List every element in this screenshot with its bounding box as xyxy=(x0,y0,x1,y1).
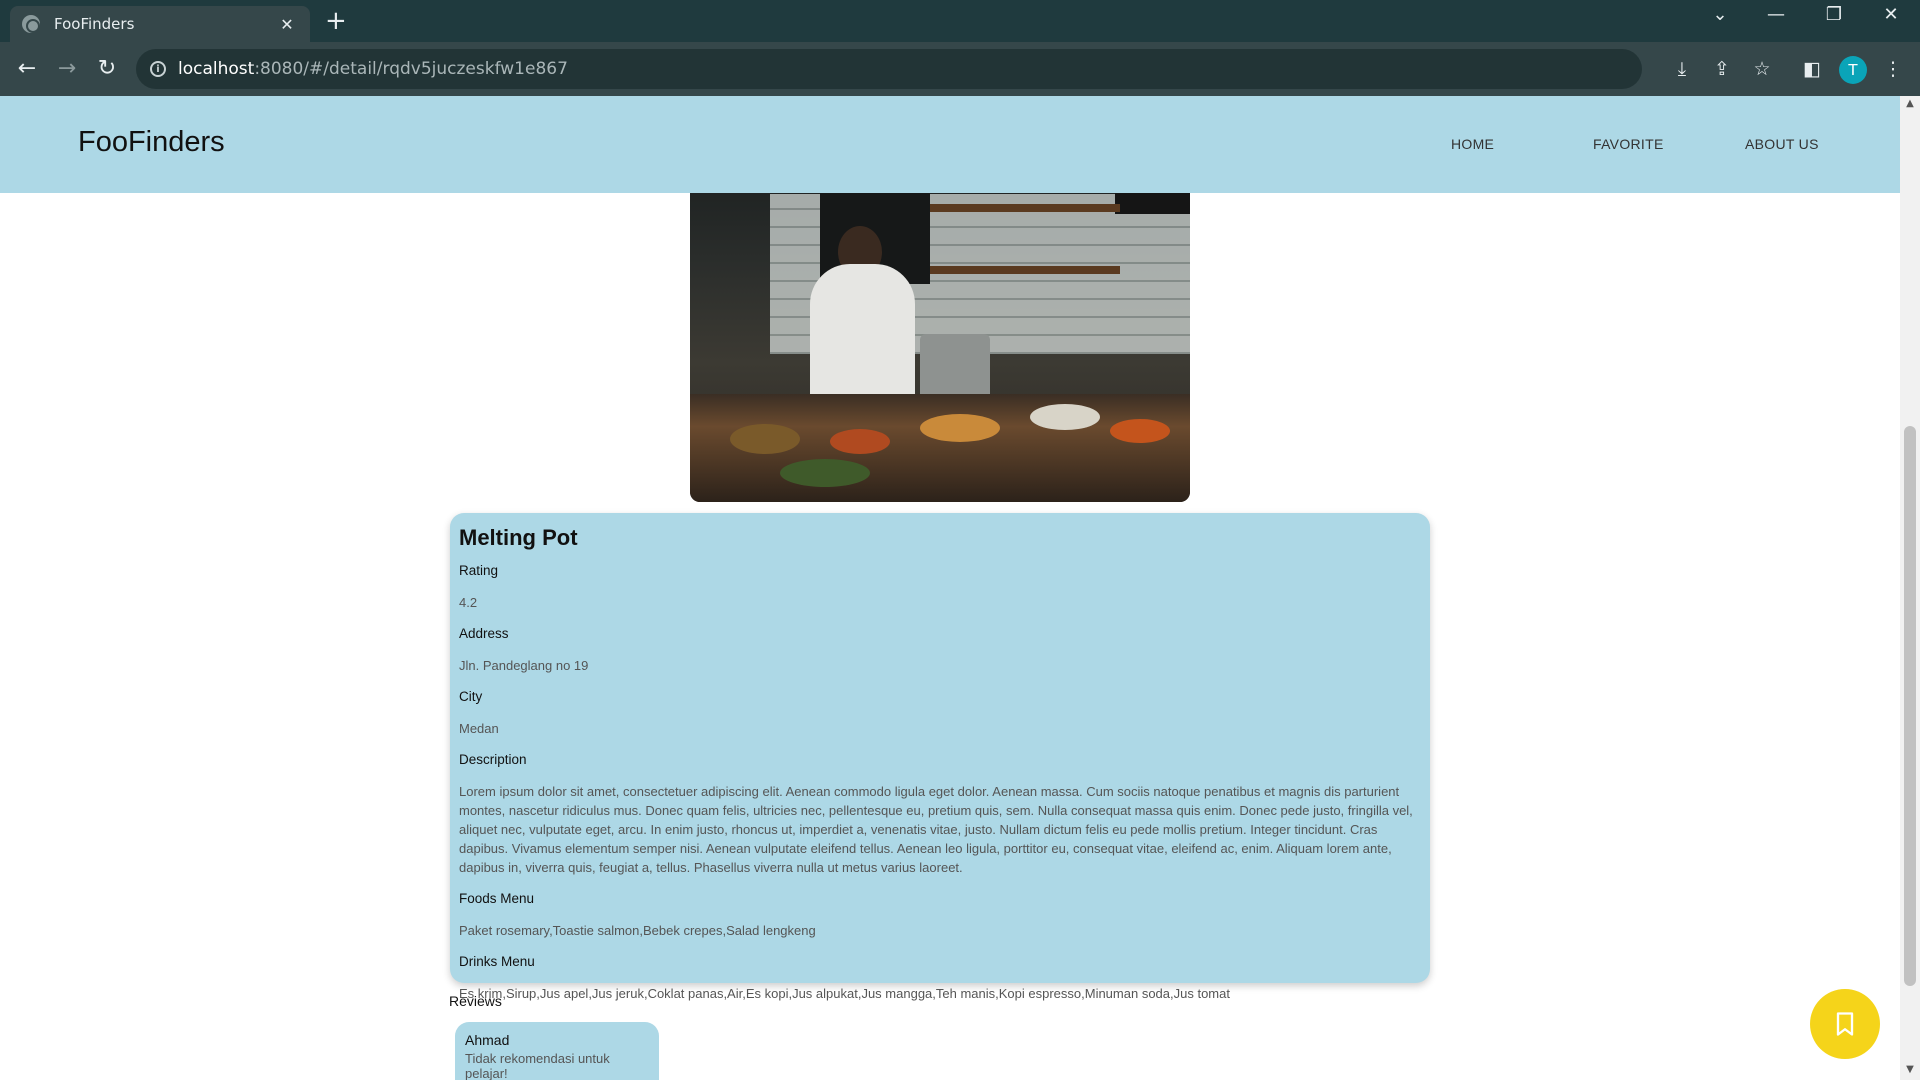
drinks-menu-label: Drinks Menu xyxy=(459,954,535,969)
tab-title: FooFinders xyxy=(54,15,135,33)
url-path: :8080/#/detail/rqdv5juczeskfw1e867 xyxy=(254,59,568,79)
new-tab-icon[interactable]: + xyxy=(325,6,347,36)
restaurant-name: Melting Pot xyxy=(459,525,578,550)
scroll-down-icon[interactable]: ▼ xyxy=(1904,1064,1916,1075)
browser-tab[interactable]: FooFinders ✕ xyxy=(10,6,310,42)
description-label: Description xyxy=(459,752,527,767)
address-value: Jln. Pandeglang no 19 xyxy=(459,658,589,673)
reviewer-name: Ahmad xyxy=(465,1032,510,1048)
profile-avatar[interactable]: T xyxy=(1839,56,1867,84)
rating-value: 4.2 xyxy=(459,595,478,610)
minimize-icon[interactable]: — xyxy=(1756,4,1796,25)
scroll-thumb[interactable] xyxy=(1904,426,1916,986)
share-icon[interactable]: ⇪ xyxy=(1708,55,1736,83)
review-text: Tidak rekomendasi untuk pelajar! xyxy=(465,1051,610,1080)
scroll-up-icon[interactable]: ▲ xyxy=(1904,98,1916,109)
restaurant-image xyxy=(690,154,1190,502)
site-header: FooFinders HOME FAVORITE ABOUT US xyxy=(0,96,1900,193)
browser-tabbar: FooFinders ✕ + ⌄ — ❐ ✕ xyxy=(0,0,1920,42)
city-label: City xyxy=(459,689,483,704)
menu-icon[interactable]: ⋮ xyxy=(1879,55,1907,83)
brand-logo[interactable]: FooFinders xyxy=(78,126,225,159)
foods-menu-label: Foods Menu xyxy=(459,891,535,906)
description-text: Lorem ipsum dolor sit amet, consectetuer… xyxy=(459,784,1413,875)
page-scrollbar[interactable]: ▲ ▼ xyxy=(1900,96,1920,1080)
browser-toolbar: ← → ↻ i localhost:8080/#/detail/rqdv5juc… xyxy=(0,42,1920,96)
install-icon[interactable]: ⤓ xyxy=(1668,55,1696,83)
window-close-icon[interactable]: ✕ xyxy=(1871,4,1911,25)
tab-search-icon[interactable]: ⌄ xyxy=(1700,4,1740,25)
reload-icon[interactable]: ↻ xyxy=(91,53,123,85)
restore-icon[interactable]: ❐ xyxy=(1814,4,1854,25)
rating-label: Rating xyxy=(459,563,499,578)
nav-home[interactable]: HOME xyxy=(1451,136,1494,152)
url-host: localhost xyxy=(178,59,255,79)
drinks-menu-value: Es krim,Sirup,Jus apel,Jus jeruk,Coklat … xyxy=(459,986,1230,1001)
globe-icon xyxy=(22,15,40,33)
back-icon[interactable]: ← xyxy=(11,53,43,85)
nav-favorite[interactable]: FAVORITE xyxy=(1593,136,1664,152)
info-icon[interactable]: i xyxy=(150,61,166,77)
city-value: Medan xyxy=(459,721,499,736)
address-label: Address xyxy=(459,626,509,641)
nav-about-us[interactable]: ABOUT US xyxy=(1745,136,1819,152)
restaurant-detail-card: Melting Pot Rating 4.2 Address Jln. Pand… xyxy=(450,513,1430,1001)
review-card: Ahmad Tidak rekomendasi untuk pelajar! xyxy=(455,1022,659,1080)
address-bar[interactable]: i localhost:8080/#/detail/rqdv5juczeskfw… xyxy=(136,49,1642,89)
close-tab-icon[interactable]: ✕ xyxy=(276,15,298,34)
forward-icon[interactable]: → xyxy=(51,53,83,85)
bookmark-icon xyxy=(1836,1012,1854,1036)
side-panel-icon[interactable]: ◧ xyxy=(1798,55,1826,83)
page-viewport: FooFinders HOME FAVORITE ABOUT US Meltin… xyxy=(0,96,1900,1080)
favorite-bookmark-button[interactable] xyxy=(1810,989,1880,1059)
foods-menu-value: Paket rosemary,Toastie salmon,Bebek crep… xyxy=(459,923,816,938)
bookmark-star-icon[interactable]: ☆ xyxy=(1748,55,1776,83)
reviews-heading: Reviews xyxy=(449,993,502,1009)
